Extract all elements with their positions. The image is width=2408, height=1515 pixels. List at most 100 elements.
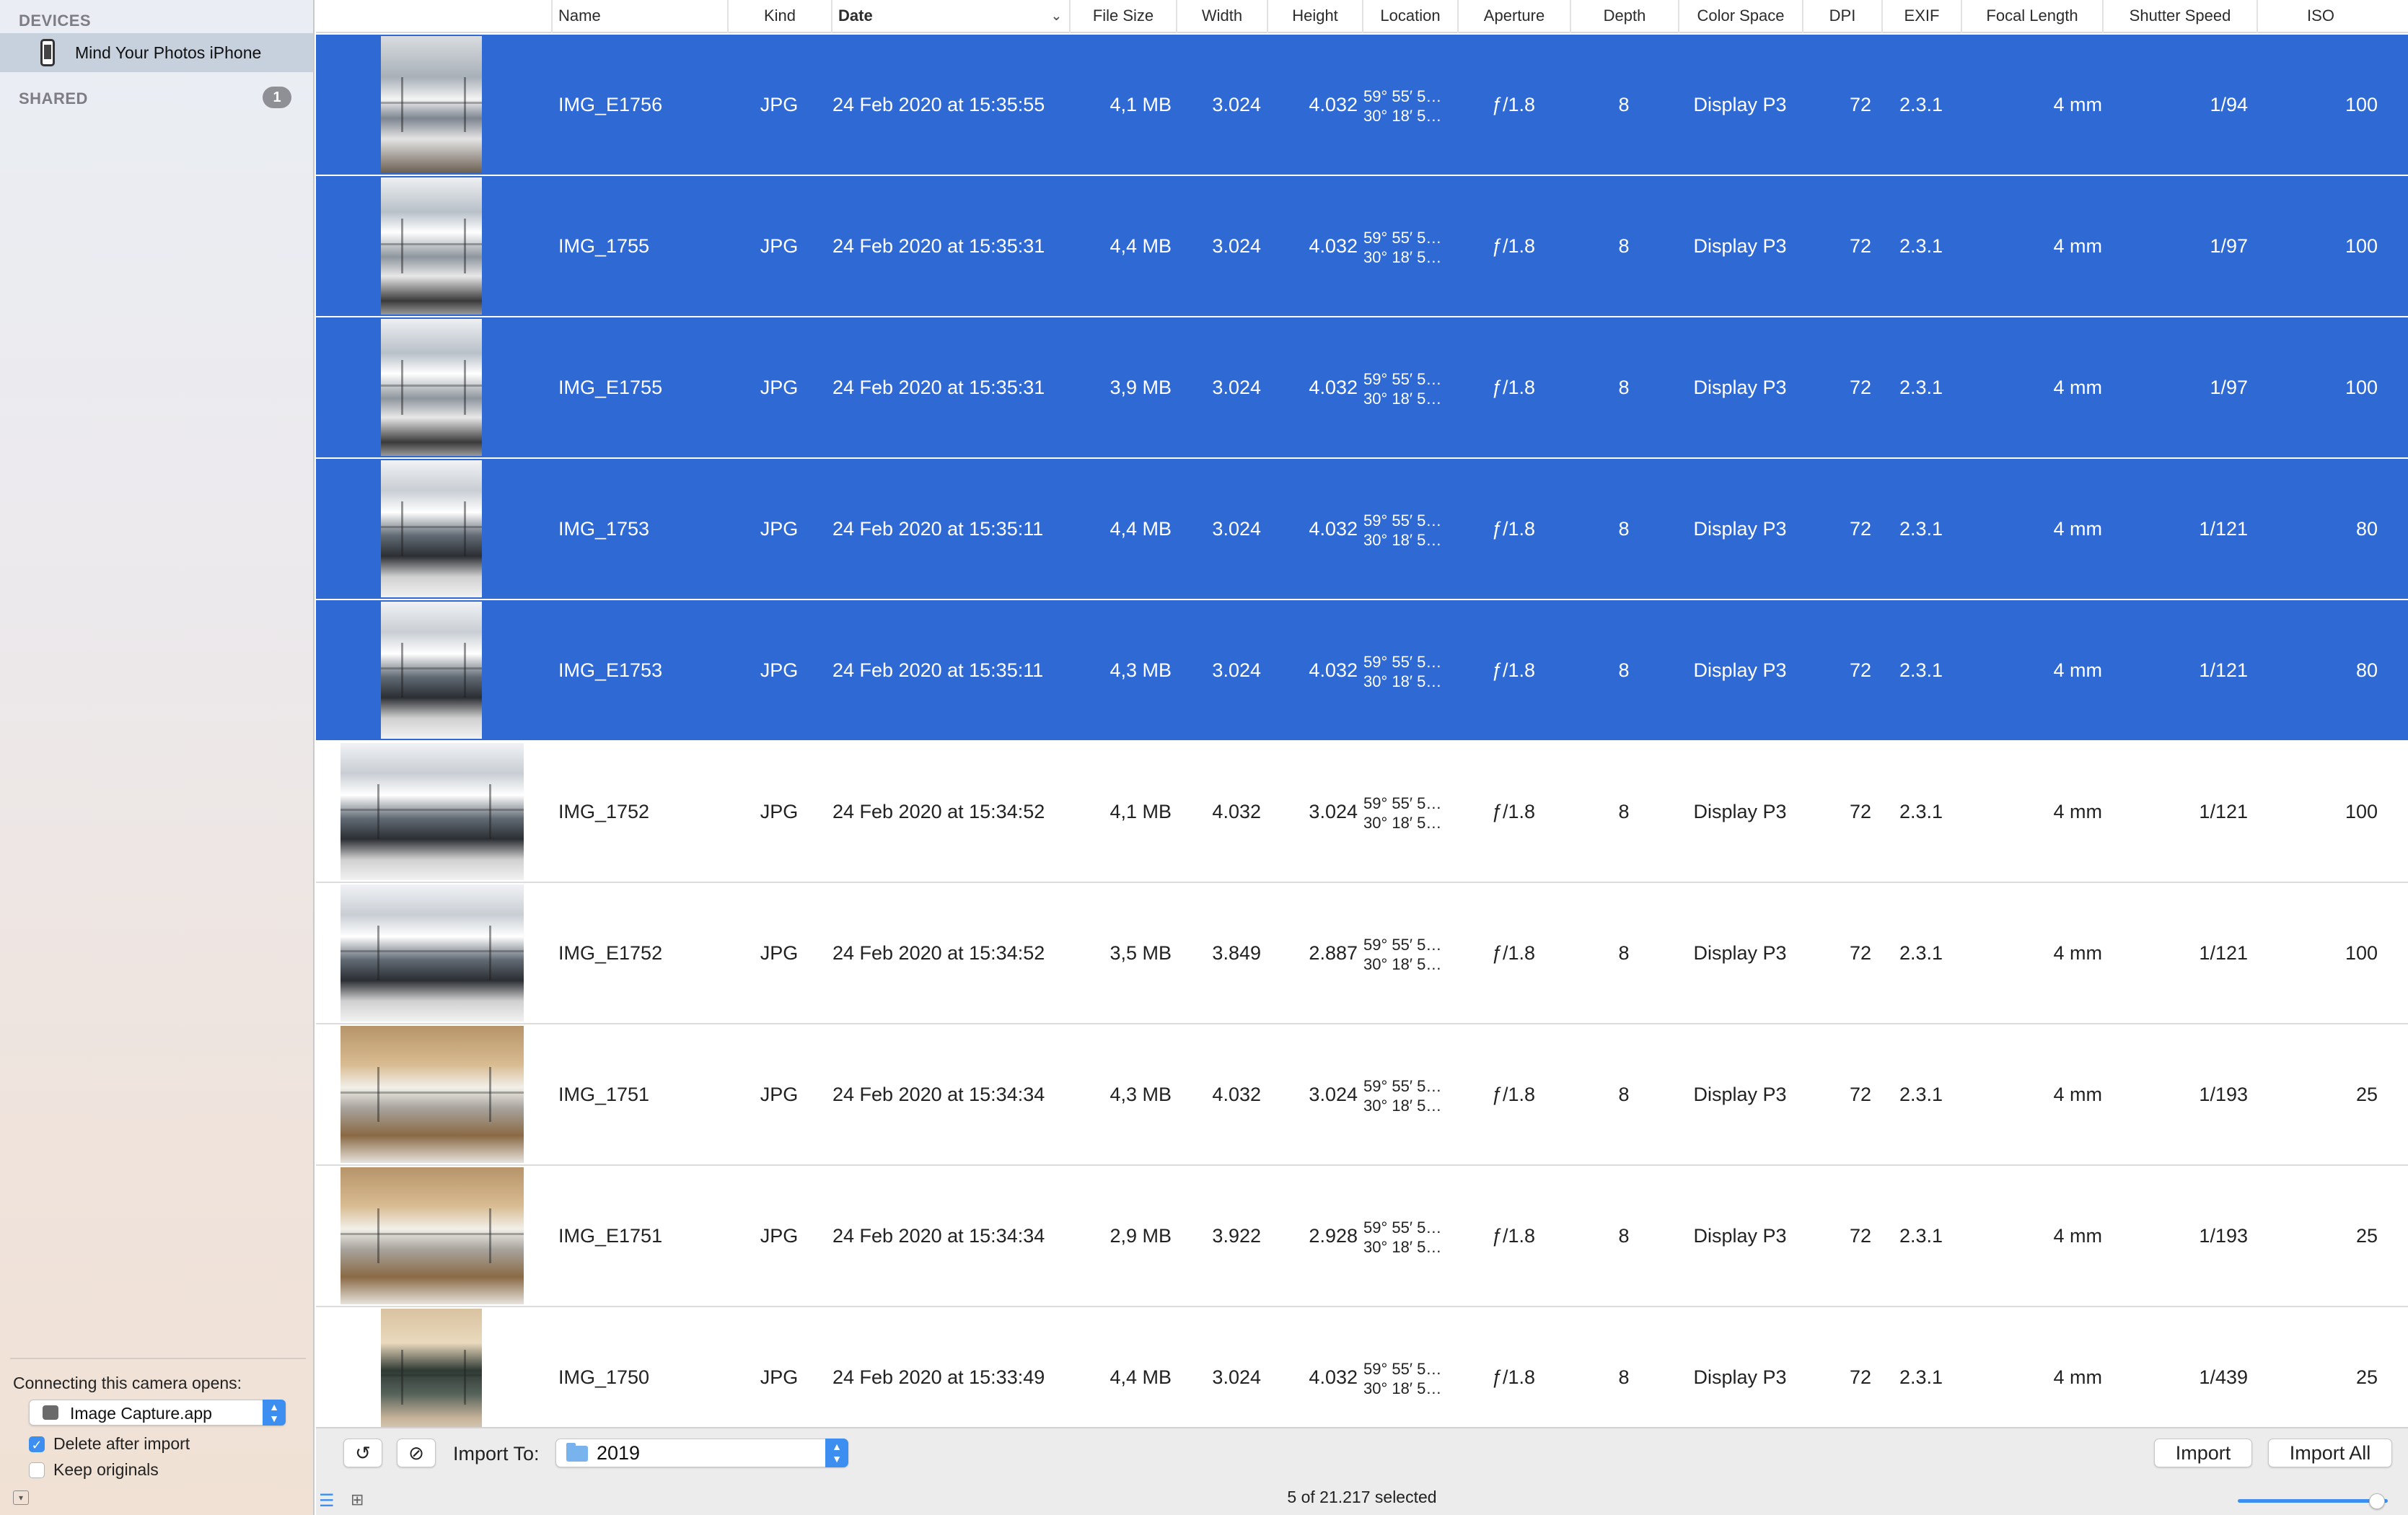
- photo-width: 3.922: [1212, 1225, 1261, 1247]
- photo-location: 59° 55′ 5… 30° 18′ 5…: [1363, 370, 1442, 408]
- photo-name: IMG_1751: [558, 1084, 650, 1105]
- photo-file-size: 4,3 MB: [1109, 659, 1172, 681]
- photo-depth: 8: [1618, 1084, 1630, 1105]
- photo-exif: 2.3.1: [1899, 377, 1943, 398]
- column-header-name[interactable]: Name: [551, 0, 727, 33]
- column-header-file-size[interactable]: File Size: [1069, 0, 1176, 33]
- photo-kind: JPG: [760, 801, 799, 822]
- table-row[interactable]: IMG_E1751 JPG 24 Feb 2020 at 15:34:34 2,9 M…: [316, 1166, 2408, 1307]
- photo-kind: JPG: [760, 235, 799, 257]
- photo-aperture: ƒ/1.8: [1491, 801, 1536, 822]
- photo-color-space: Display P3: [1693, 94, 1787, 115]
- photo-file-size: 4,4 MB: [1109, 518, 1172, 540]
- table-header: Name Kind Date ⌄ File Size Width Height …: [316, 0, 2408, 33]
- column-header-aperture[interactable]: Aperture: [1457, 0, 1570, 33]
- photo-focal-length: 4 mm: [2053, 518, 2103, 540]
- photo-color-space: Display P3: [1693, 801, 1787, 822]
- photo-file-size: 4,1 MB: [1109, 94, 1172, 115]
- photo-shutter-speed: 1/121: [2199, 518, 2248, 540]
- thumbnail-size-slider[interactable]: [2238, 1499, 2388, 1503]
- photo-kind: JPG: [760, 1084, 799, 1105]
- column-header-width[interactable]: Width: [1176, 0, 1267, 33]
- photo-aperture: ƒ/1.8: [1491, 1225, 1536, 1247]
- table-row[interactable]: IMG_1752 JPG 24 Feb 2020 at 15:34:52 4,1 MB…: [316, 742, 2408, 883]
- table-row[interactable]: IMG_1755 JPG 24 Feb 2020 at 15:35:31 4,4 MB…: [316, 176, 2408, 317]
- photo-file-size: 4,1 MB: [1109, 801, 1172, 822]
- table-row[interactable]: IMG_E1755 JPG 24 Feb 2020 at 15:35:31 3,9 M…: [316, 317, 2408, 459]
- column-header-color-space[interactable]: Color Space: [1678, 0, 1802, 33]
- table-row[interactable]: IMG_E1752 JPG 24 Feb 2020 at 15:34:52 3,5 M…: [316, 883, 2408, 1024]
- photo-depth: 8: [1618, 235, 1630, 257]
- table-row[interactable]: IMG_1751 JPG 24 Feb 2020 at 15:34:34 4,3 MB…: [316, 1024, 2408, 1166]
- photo-depth: 8: [1618, 94, 1630, 115]
- photo-color-space: Display P3: [1693, 1366, 1787, 1388]
- photo-aperture: ƒ/1.8: [1491, 235, 1536, 257]
- delete-button[interactable]: ⊘: [397, 1439, 436, 1467]
- photo-location: 59° 55′ 5… 30° 18′ 5…: [1363, 653, 1442, 690]
- table-row[interactable]: IMG_1753 JPG 24 Feb 2020 at 15:35:11 4,4 MB…: [316, 459, 2408, 600]
- photo-depth: 8: [1618, 942, 1630, 964]
- photo-depth: 8: [1618, 518, 1630, 540]
- photo-color-space: Display P3: [1693, 518, 1787, 540]
- photo-aperture: ƒ/1.8: [1491, 942, 1536, 964]
- photo-focal-length: 4 mm: [2053, 94, 2103, 115]
- photo-list[interactable]: IMG_E1756 JPG 24 Feb 2020 at 15:35:55 4,1 M…: [316, 35, 2408, 1427]
- photo-aperture: ƒ/1.8: [1491, 1084, 1536, 1105]
- column-header-depth[interactable]: Depth: [1570, 0, 1678, 33]
- table-row[interactable]: IMG_E1753 JPG 24 Feb 2020 at 15:35:11 4,3 M…: [316, 600, 2408, 742]
- column-header-shutter-speed[interactable]: Shutter Speed: [2102, 0, 2257, 33]
- column-header-focal-length[interactable]: Focal Length: [1961, 0, 2102, 33]
- collapse-sidebar-icon[interactable]: ▾: [13, 1490, 29, 1505]
- photo-kind: JPG: [760, 94, 799, 115]
- keep-originals-checkbox[interactable]: [29, 1462, 45, 1478]
- camera-opens-app-select[interactable]: Image Capture.app ▲ ▼: [29, 1400, 286, 1426]
- photo-location: 59° 55′ 5… 30° 18′ 5…: [1363, 511, 1442, 549]
- photo-shutter-speed: 1/97: [2210, 377, 2248, 398]
- photo-date: 24 Feb 2020 at 15:34:34: [832, 1225, 1045, 1247]
- photo-shutter-speed: 1/193: [2199, 1084, 2248, 1105]
- photo-location: 59° 55′ 5… 30° 18′ 5…: [1363, 229, 1442, 266]
- photo-dpi: 72: [1849, 377, 1871, 398]
- photo-location: 59° 55′ 5… 30° 18′ 5…: [1363, 936, 1442, 973]
- photo-height: 4.032: [1309, 377, 1358, 398]
- photo-focal-length: 4 mm: [2053, 659, 2103, 681]
- rotate-left-icon: ↺: [355, 1442, 371, 1464]
- delete-after-import-label: Delete after import: [53, 1434, 190, 1453]
- photo-file-size: 4,3 MB: [1109, 1084, 1172, 1105]
- photo-date: 24 Feb 2020 at 15:33:49: [832, 1366, 1045, 1388]
- rotate-left-button[interactable]: ↺: [343, 1439, 382, 1467]
- delete-after-import-checkbox[interactable]: ✓: [29, 1436, 45, 1452]
- photo-focal-length: 4 mm: [2053, 1084, 2103, 1105]
- table-row[interactable]: IMG_1750 JPG 24 Feb 2020 at 15:33:49 4,4 MB…: [316, 1307, 2408, 1427]
- photo-thumbnail: [381, 460, 482, 597]
- photo-aperture: ƒ/1.8: [1491, 518, 1536, 540]
- photo-width: 3.024: [1212, 659, 1261, 681]
- column-header-date[interactable]: Date ⌄: [831, 0, 1069, 33]
- column-header-kind[interactable]: Kind: [727, 0, 831, 33]
- photo-depth: 8: [1618, 1225, 1630, 1247]
- photo-height: 4.032: [1309, 94, 1358, 115]
- photo-name: IMG_E1753: [558, 659, 663, 681]
- column-header-exif[interactable]: EXIF: [1881, 0, 1961, 33]
- photo-exif: 2.3.1: [1899, 518, 1943, 540]
- import-button[interactable]: Import: [2154, 1439, 2252, 1467]
- photo-name: IMG_1750: [558, 1366, 650, 1388]
- import-all-button[interactable]: Import All: [2268, 1439, 2392, 1467]
- photo-shutter-speed: 1/121: [2199, 801, 2248, 822]
- shared-heading[interactable]: SHARED: [19, 89, 88, 108]
- photo-location: 59° 55′ 5… 30° 18′ 5…: [1363, 1077, 1442, 1115]
- photo-exif: 2.3.1: [1899, 1225, 1943, 1247]
- photo-kind: JPG: [760, 659, 799, 681]
- column-header-iso[interactable]: ISO: [2257, 0, 2383, 33]
- photo-width: 4.032: [1212, 1084, 1261, 1105]
- column-header-height[interactable]: Height: [1267, 0, 1362, 33]
- camera-opens-label: Connecting this camera opens:: [13, 1374, 242, 1392]
- column-header-dpi[interactable]: DPI: [1802, 0, 1881, 33]
- column-header-location[interactable]: Location: [1362, 0, 1457, 33]
- import-destination-select[interactable]: 2019 ▲ ▼: [555, 1439, 848, 1467]
- sidebar-item-device[interactable]: Mind Your Photos iPhone: [0, 33, 313, 72]
- photo-focal-length: 4 mm: [2053, 801, 2103, 822]
- photo-shutter-speed: 1/439: [2199, 1366, 2248, 1388]
- column-header-thumbnail: [316, 0, 551, 33]
- table-row[interactable]: IMG_E1756 JPG 24 Feb 2020 at 15:35:55 4,1 M…: [316, 35, 2408, 176]
